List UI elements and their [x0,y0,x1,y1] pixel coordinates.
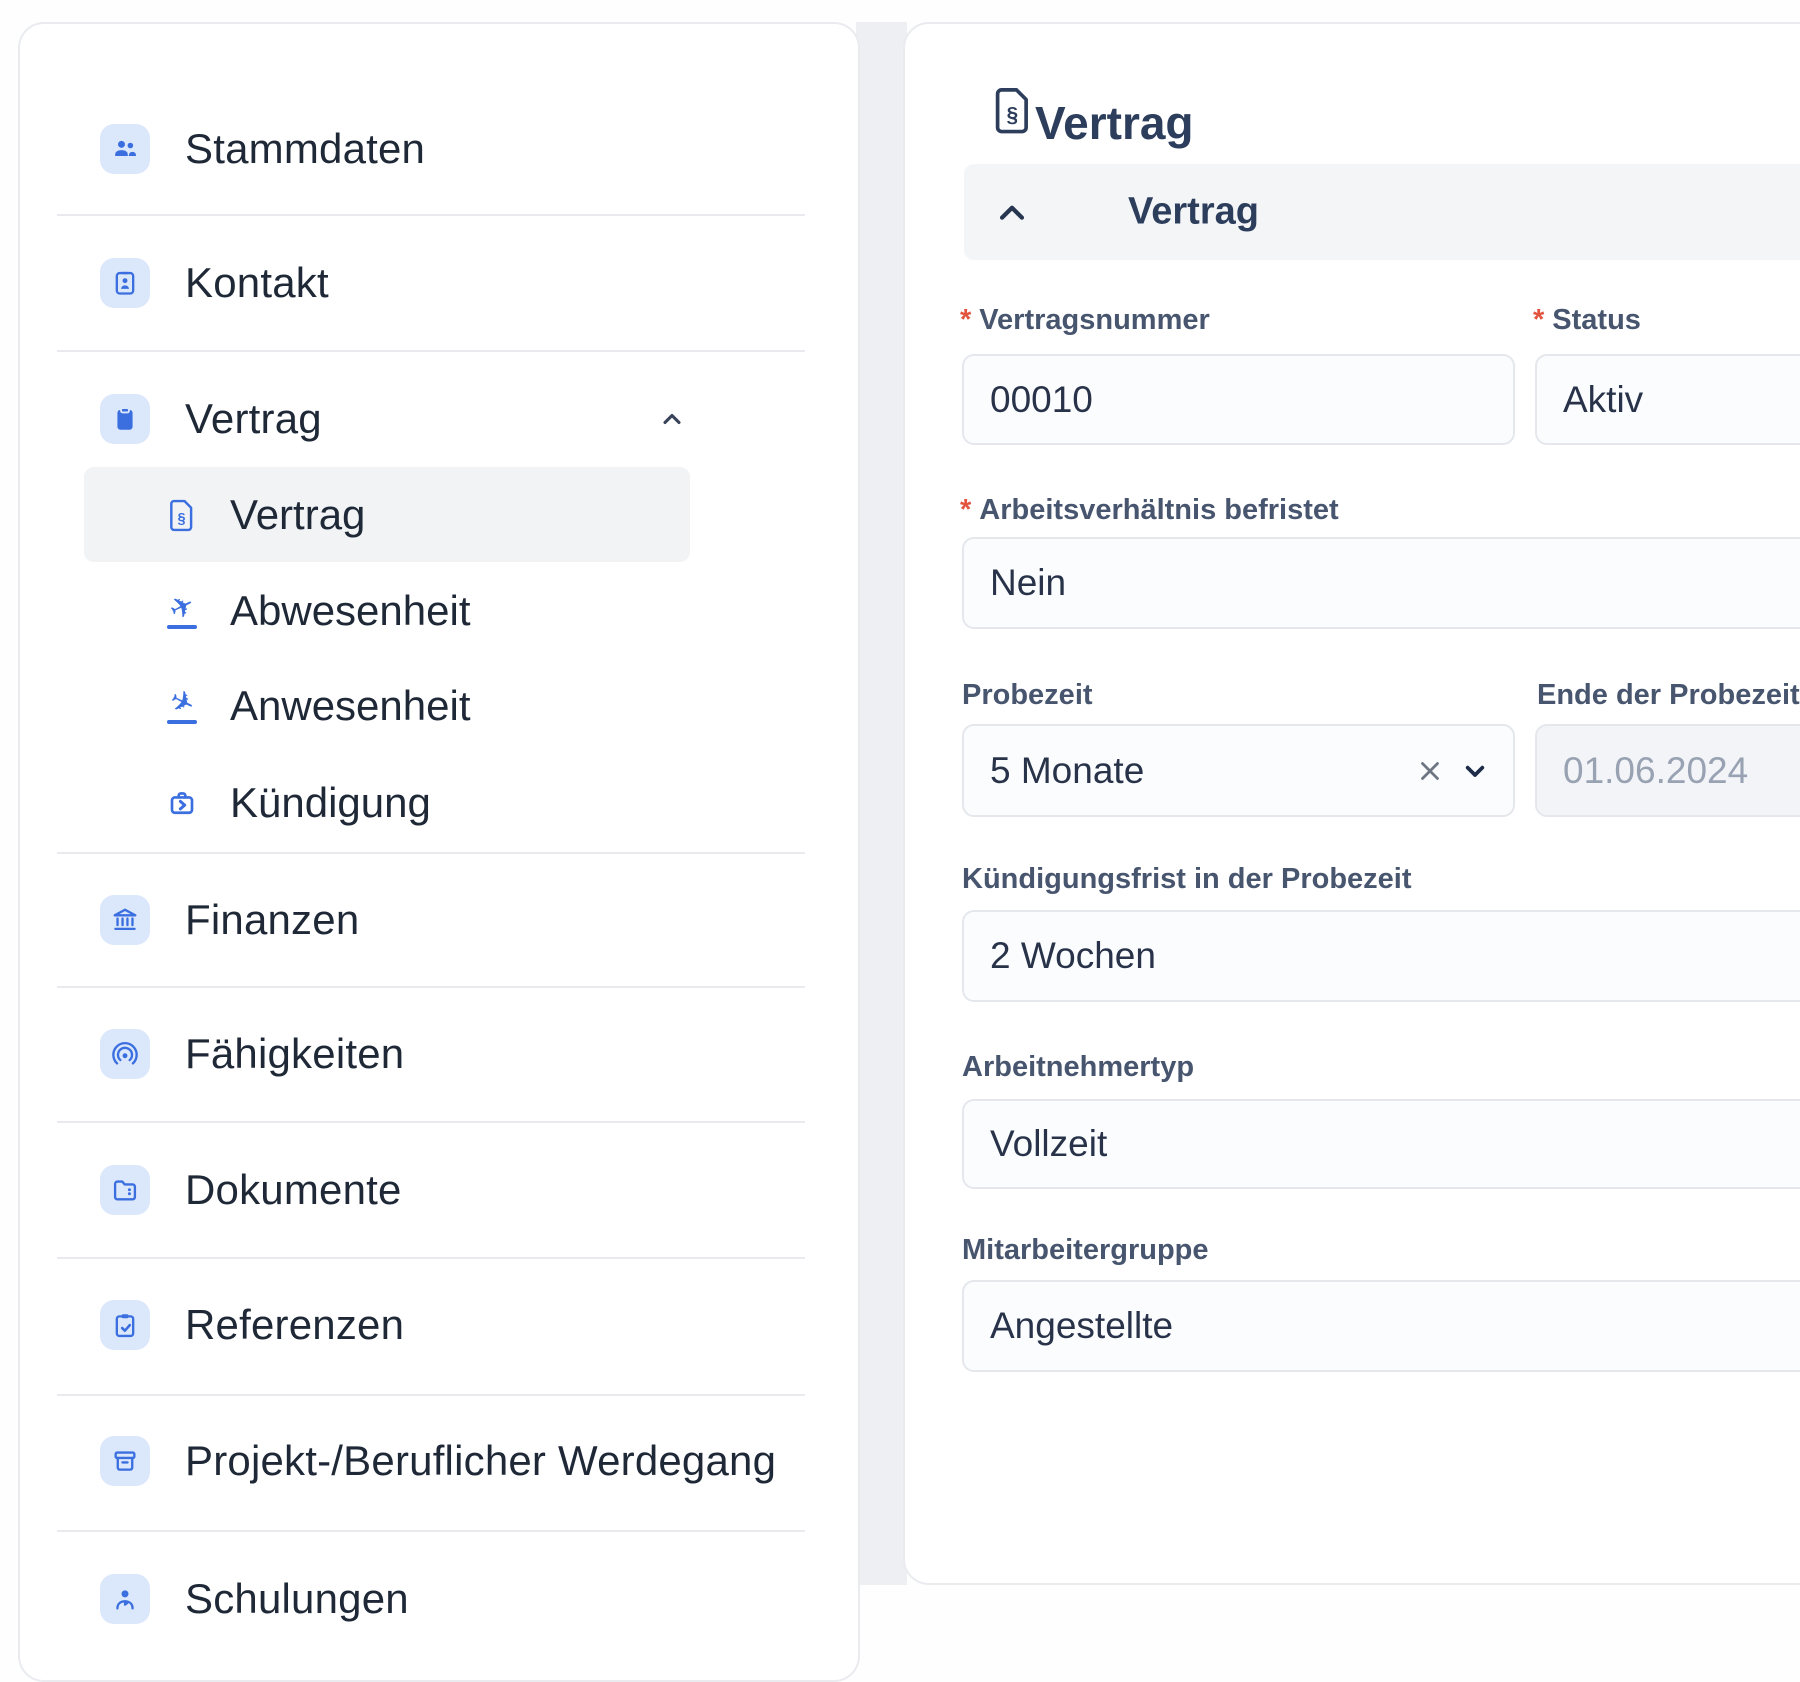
field-label-mitarbeitergruppe: Mitarbeitergruppe [962,1233,1209,1267]
sidebar-subitem-label: Kündigung [230,779,431,827]
sidebar-item-dokumente[interactable]: Dokumente [20,1123,862,1257]
befristet-value: Nein [990,562,1066,604]
sidebar-item-kontakt[interactable]: Kontakt [20,216,862,350]
field-label-probezeit: Probezeit [962,678,1093,712]
sidebar-subitem-vertrag[interactable]: § Vertrag [84,467,690,562]
befristet-input[interactable]: Nein [962,537,1800,629]
section-header-vertrag[interactable]: Vertrag [964,164,1800,260]
plane-departure-icon: ✈ [165,594,199,628]
vertragsnummer-input[interactable]: 00010 [962,354,1515,445]
clipboard-icon [100,394,150,444]
vertrag-panel: § Vertrag Vertrag *Vertragsnummer *Statu… [903,22,1800,1585]
svg-text:§: § [1006,103,1018,126]
arbeitnehmertyp-value: Vollzeit [990,1123,1107,1165]
probezeit-value: 5 Monate [990,750,1144,792]
person-icon [100,1574,150,1624]
sidebar-item-label: Finanzen [185,896,359,944]
mitarbeitergruppe-input[interactable]: Angestellte [962,1280,1800,1372]
ende-probezeit-input: 01.06.2024 [1535,724,1800,817]
sidebar-item-label: Dokumente [185,1166,402,1214]
sidebar-item-label: Stammdaten [185,125,425,173]
folder-icon [100,1165,150,1215]
sidebar-item-label: Kontakt [185,259,329,307]
sidebar-subitem-anwesenheit[interactable]: ✈ Anwesenheit [84,658,690,753]
signal-arcs-icon [100,1029,150,1079]
field-label-ende-probezeit: Ende der Probezeit [1537,678,1800,712]
chevron-down-icon[interactable] [1459,755,1491,787]
employee-nav-sidebar: Stammdaten Kontakt Vertrag [18,22,860,1682]
kuendigungsfrist-input[interactable]: 2 Wochen [962,910,1800,1002]
users-icon [100,124,150,174]
sidebar-subitem-label: Anwesenheit [230,682,471,730]
vertragsnummer-value: 00010 [990,379,1093,421]
bank-icon [100,895,150,945]
sidebar-item-vertrag[interactable]: Vertrag [20,352,862,486]
sidebar-subitem-abwesenheit[interactable]: ✈ Abwesenheit [84,563,690,658]
required-asterisk: * [1533,304,1544,336]
sidebar-item-referenzen[interactable]: Referenzen [20,1258,862,1392]
svg-text:§: § [177,510,185,526]
sidebar-item-faehigkeiten[interactable]: Fähigkeiten [20,987,862,1121]
status-input[interactable]: Aktiv [1535,354,1800,445]
required-asterisk: * [960,494,971,526]
clear-icon[interactable] [1415,756,1445,786]
field-label-kuendigungsfrist: Kündigungsfrist in der Probezeit [962,862,1412,896]
field-label-arbeitnehmertyp: Arbeitnehmertyp [962,1050,1194,1084]
sidebar-subitem-kuendigung[interactable]: Kündigung [84,755,690,850]
clipboard-check-icon [100,1300,150,1350]
kuendigungsfrist-value: 2 Wochen [990,935,1156,977]
sidebar-item-finanzen[interactable]: Finanzen [20,853,862,987]
plane-arrival-icon: ✈ [165,689,199,723]
field-label-befristet: *Arbeitsverhältnis befristet [960,493,1339,527]
status-value: Aktiv [1563,379,1643,421]
required-asterisk: * [960,304,971,336]
sidebar-item-label: Referenzen [185,1301,404,1349]
page-title: Vertrag [1035,96,1194,150]
sidebar-item-stammdaten[interactable]: Stammdaten [20,82,862,216]
sidebar-item-schulungen[interactable]: Schulungen [20,1532,862,1666]
field-label-vertragsnummer: *Vertragsnummer [960,303,1210,337]
probezeit-select[interactable]: 5 Monate [962,724,1515,817]
archive-box-icon [100,1436,150,1486]
id-badge-icon [100,258,150,308]
sidebar-item-werdegang[interactable]: Projekt-/Beruflicher Werdegang [20,1394,862,1528]
ende-probezeit-value: 01.06.2024 [1563,750,1748,792]
file-paragraph-icon: § [992,84,1034,141]
section-title: Vertrag [1128,191,1259,234]
sidebar-subitem-label: Vertrag [230,491,365,539]
sidebar-item-label: Schulungen [185,1575,409,1623]
briefcase-arrow-icon [165,786,199,820]
chevron-up-icon[interactable] [657,405,687,438]
file-paragraph-icon: § [165,498,199,532]
sidebar-item-label: Projekt-/Beruflicher Werdegang [185,1437,776,1485]
sidebar-item-label: Fähigkeiten [185,1030,404,1078]
sidebar-item-label: Vertrag [185,395,322,443]
section-chevron-up-icon[interactable] [995,199,1029,230]
sidebar-subitem-label: Abwesenheit [230,587,471,635]
card-gap [856,22,907,1585]
field-label-status: *Status [1533,303,1641,337]
mitarbeitergruppe-value: Angestellte [990,1305,1173,1347]
arbeitnehmertyp-input[interactable]: Vollzeit [962,1099,1800,1189]
